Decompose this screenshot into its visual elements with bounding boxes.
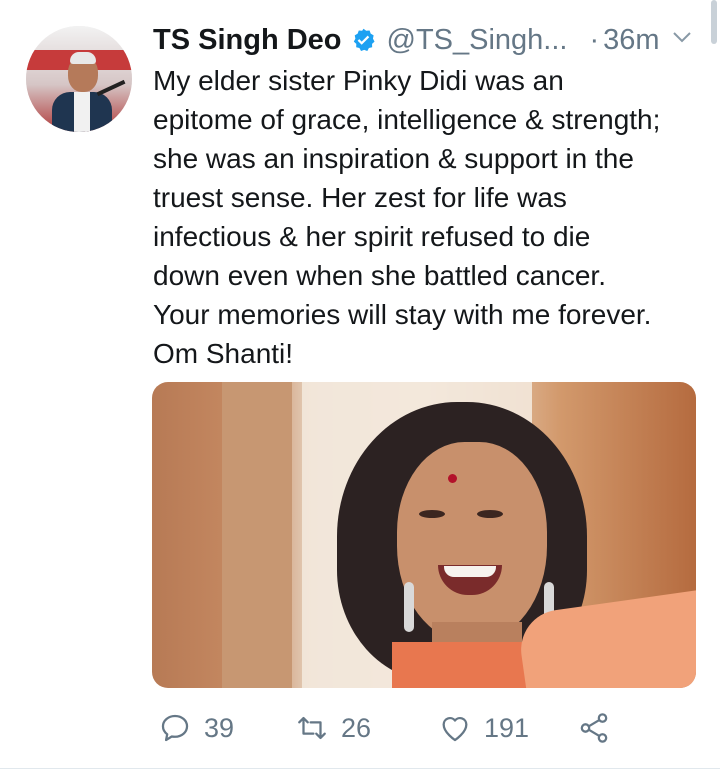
share-icon xyxy=(580,713,608,743)
heart-icon xyxy=(442,717,468,742)
author-name[interactable]: TS Singh Deo xyxy=(153,24,342,57)
separator-dot: · xyxy=(589,23,600,56)
reply-button[interactable]: 39 xyxy=(158,708,234,748)
like-button[interactable]: 191 xyxy=(438,708,529,748)
reply-count: 39 xyxy=(204,712,235,743)
timestamp[interactable]: 36m xyxy=(603,24,659,57)
like-count: 191 xyxy=(484,712,530,743)
retweet-count: 26 xyxy=(341,712,372,743)
author-handle[interactable]: @TS_Singh... xyxy=(387,24,568,57)
scrollbar[interactable] xyxy=(711,0,717,44)
author-avatar[interactable] xyxy=(26,26,132,132)
verified-badge-icon xyxy=(353,28,375,51)
divider xyxy=(0,768,720,769)
retweet-icon xyxy=(298,716,326,740)
chevron-down-icon[interactable] xyxy=(672,30,692,44)
retweet-button[interactable]: 26 xyxy=(295,708,371,748)
share-button[interactable] xyxy=(577,708,611,748)
reply-icon xyxy=(161,714,189,742)
tweet-photo[interactable] xyxy=(152,382,696,688)
tweet-text: My elder sister Pinky Didi was an epitom… xyxy=(153,65,661,369)
tweet-actions: 39 26 191 xyxy=(152,708,652,748)
tweet-header: TS Singh Deo @TS_Singh... · 36m xyxy=(153,22,698,58)
